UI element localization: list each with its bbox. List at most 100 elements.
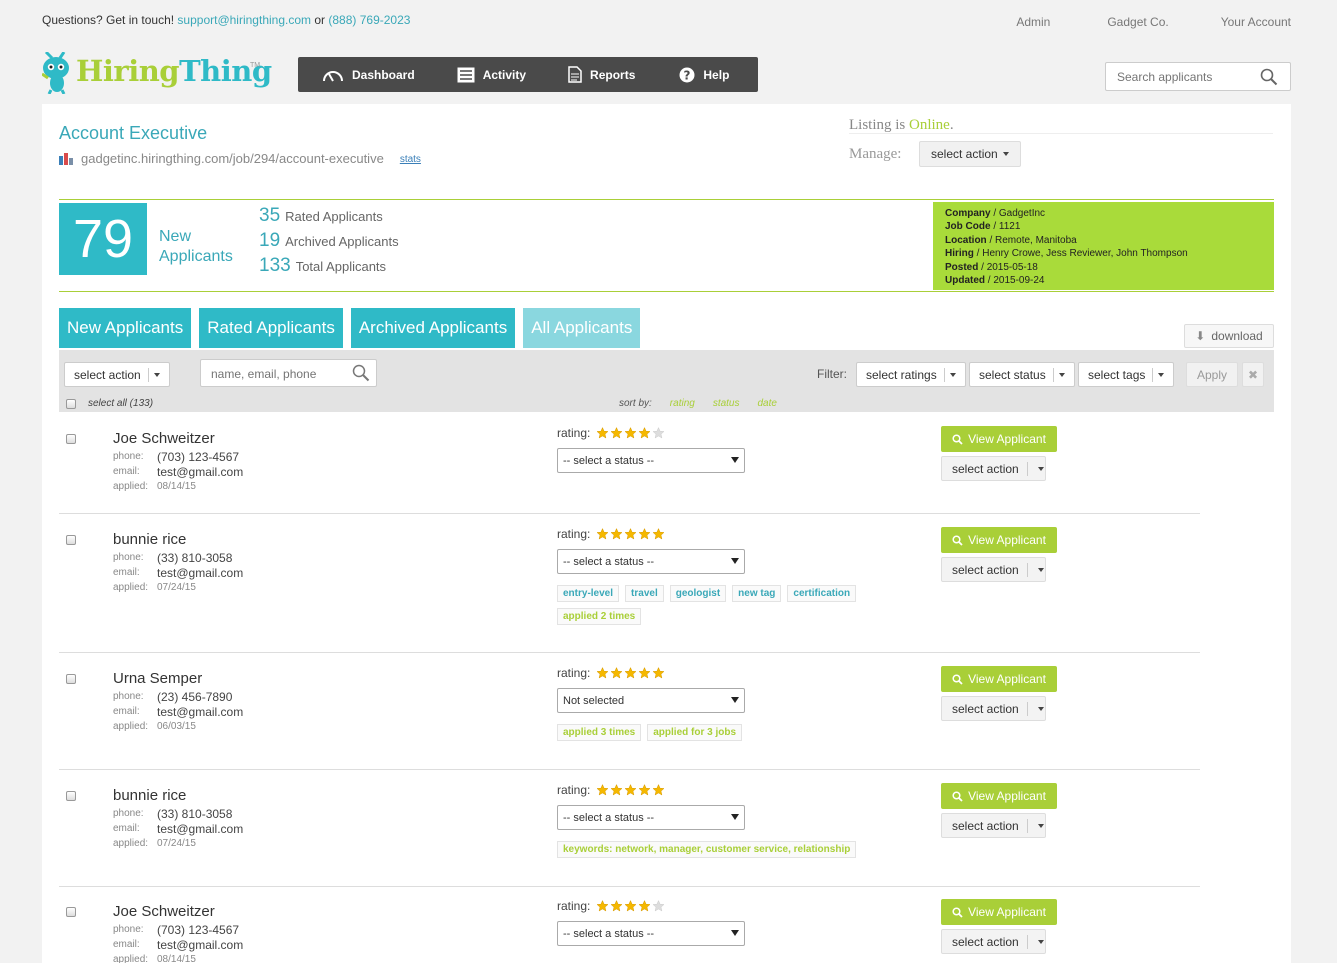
- applicant-select-action[interactable]: select action: [941, 696, 1046, 721]
- tab-archived-applicants[interactable]: Archived Applicants: [350, 308, 516, 348]
- company-link[interactable]: Gadget Co.: [1107, 15, 1168, 29]
- select-status-filter[interactable]: select status: [969, 362, 1075, 387]
- star-filled-icon[interactable]: [610, 900, 623, 912]
- star-filled-icon[interactable]: [624, 900, 637, 912]
- star-filled-icon[interactable]: [610, 528, 623, 540]
- search-icon[interactable]: [352, 364, 370, 382]
- applicant-select-action[interactable]: select action: [941, 929, 1046, 954]
- star-filled-icon[interactable]: [638, 667, 651, 679]
- admin-link[interactable]: Admin: [1016, 15, 1050, 29]
- star-empty-icon[interactable]: [652, 427, 665, 439]
- applicant-name[interactable]: bunnie rice: [113, 787, 186, 804]
- applicant-checkbox[interactable]: [66, 791, 76, 801]
- nav-help[interactable]: ? Help: [635, 57, 729, 92]
- applicant-email[interactable]: test@gmail.com: [157, 465, 243, 479]
- applicant-checkbox[interactable]: [66, 674, 76, 684]
- sort-rating[interactable]: rating: [670, 398, 695, 409]
- star-filled-icon[interactable]: [652, 784, 665, 796]
- applicant-select-action[interactable]: select action: [941, 456, 1046, 481]
- view-applicant-button[interactable]: View Applicant: [941, 666, 1057, 692]
- star-filled-icon[interactable]: [652, 667, 665, 679]
- support-email-link[interactable]: support@hiringthing.com: [177, 13, 311, 27]
- nav-activity[interactable]: Activity: [415, 57, 526, 92]
- applicant-tag[interactable]: applied for 3 jobs: [647, 724, 743, 741]
- view-applicant-button[interactable]: View Applicant: [941, 783, 1057, 809]
- applicant-filter-search[interactable]: [200, 359, 377, 387]
- applicant-search[interactable]: [1105, 62, 1291, 91]
- status-select[interactable]: -- select a status --: [557, 549, 745, 574]
- star-filled-icon[interactable]: [624, 784, 637, 796]
- rating-stars[interactable]: [596, 528, 666, 540]
- star-empty-icon[interactable]: [652, 900, 665, 912]
- rating-stars[interactable]: [596, 427, 666, 439]
- clear-filter-icon[interactable]: ✖: [1242, 362, 1264, 387]
- applicant-tag[interactable]: geologist: [669, 585, 727, 602]
- apply-filter-button[interactable]: Apply: [1186, 362, 1238, 387]
- star-filled-icon[interactable]: [610, 784, 623, 796]
- star-filled-icon[interactable]: [596, 667, 609, 679]
- star-filled-icon[interactable]: [638, 784, 651, 796]
- status-select[interactable]: Not selected: [557, 688, 745, 713]
- total-count-row[interactable]: 133 Total Applicants: [259, 255, 399, 280]
- nav-dashboard[interactable]: Dashboard: [298, 57, 415, 92]
- applicant-select-action[interactable]: select action: [941, 813, 1046, 838]
- select-ratings-filter[interactable]: select ratings: [856, 362, 966, 387]
- star-filled-icon[interactable]: [624, 427, 637, 439]
- applicant-select-action[interactable]: select action: [941, 557, 1046, 582]
- star-filled-icon[interactable]: [596, 427, 609, 439]
- new-applicant-count[interactable]: 79: [59, 203, 147, 275]
- applicant-tag[interactable]: entry-level: [557, 585, 620, 602]
- sort-status[interactable]: status: [713, 398, 740, 409]
- name-email-phone-input[interactable]: [211, 367, 341, 381]
- star-filled-icon[interactable]: [638, 900, 651, 912]
- tab-rated-applicants[interactable]: Rated Applicants: [199, 308, 343, 348]
- rating-stars[interactable]: [596, 900, 666, 912]
- applicant-checkbox[interactable]: [66, 535, 76, 545]
- search-icon[interactable]: [1260, 68, 1278, 86]
- applicant-checkbox[interactable]: [66, 907, 76, 917]
- rating-stars[interactable]: [596, 667, 666, 679]
- star-filled-icon[interactable]: [596, 900, 609, 912]
- archived-count-row[interactable]: 19 Archived Applicants: [259, 230, 399, 255]
- applicant-tag[interactable]: travel: [625, 585, 664, 602]
- star-filled-icon[interactable]: [652, 528, 665, 540]
- tab-all-applicants[interactable]: All Applicants: [523, 308, 641, 348]
- star-filled-icon[interactable]: [610, 427, 623, 439]
- job-url[interactable]: gadgetinc.hiringthing.com/job/294/accoun…: [81, 151, 384, 166]
- status-select[interactable]: -- select a status --: [557, 921, 745, 946]
- view-applicant-button[interactable]: View Applicant: [941, 426, 1057, 452]
- stats-link[interactable]: stats: [400, 154, 421, 165]
- select-all-checkbox[interactable]: [66, 398, 76, 409]
- view-applicant-button[interactable]: View Applicant: [941, 527, 1057, 553]
- applicant-name[interactable]: Joe Schweitzer: [113, 430, 215, 447]
- star-filled-icon[interactable]: [624, 667, 637, 679]
- sort-date[interactable]: date: [758, 398, 777, 409]
- applicant-email[interactable]: test@gmail.com: [157, 938, 243, 952]
- applicant-name[interactable]: Urna Semper: [113, 670, 202, 687]
- star-filled-icon[interactable]: [596, 784, 609, 796]
- download-button[interactable]: ⬇ download: [1184, 324, 1274, 348]
- star-filled-icon[interactable]: [596, 528, 609, 540]
- bulk-select-action[interactable]: select action: [64, 362, 170, 387]
- your-account-link[interactable]: Your Account: [1221, 15, 1291, 29]
- search-input[interactable]: [1117, 70, 1257, 84]
- star-filled-icon[interactable]: [638, 427, 651, 439]
- manage-select-action[interactable]: select action: [919, 141, 1021, 167]
- applicant-tag[interactable]: applied 2 times: [557, 608, 642, 625]
- hiringthing-logo[interactable]: HiringThing TM: [42, 52, 272, 96]
- applicant-email[interactable]: test@gmail.com: [157, 705, 243, 719]
- applicant-name[interactable]: bunnie rice: [113, 531, 186, 548]
- applicant-email[interactable]: test@gmail.com: [157, 822, 243, 836]
- status-select[interactable]: -- select a status --: [557, 448, 745, 473]
- rated-count-row[interactable]: 35 Rated Applicants: [259, 205, 399, 230]
- job-title[interactable]: Account Executive: [59, 123, 207, 144]
- select-all-row[interactable]: select all (133): [66, 398, 153, 409]
- applicant-email[interactable]: test@gmail.com: [157, 566, 243, 580]
- support-phone-link[interactable]: (888) 769-2023: [328, 13, 410, 27]
- star-filled-icon[interactable]: [638, 528, 651, 540]
- status-select[interactable]: -- select a status --: [557, 805, 745, 830]
- applicant-tag[interactable]: new tag: [732, 585, 782, 602]
- rating-stars[interactable]: [596, 784, 666, 796]
- applicant-tag[interactable]: keywords: network, manager, customer ser…: [557, 841, 857, 858]
- new-applicants-label[interactable]: New Applicants: [159, 227, 249, 267]
